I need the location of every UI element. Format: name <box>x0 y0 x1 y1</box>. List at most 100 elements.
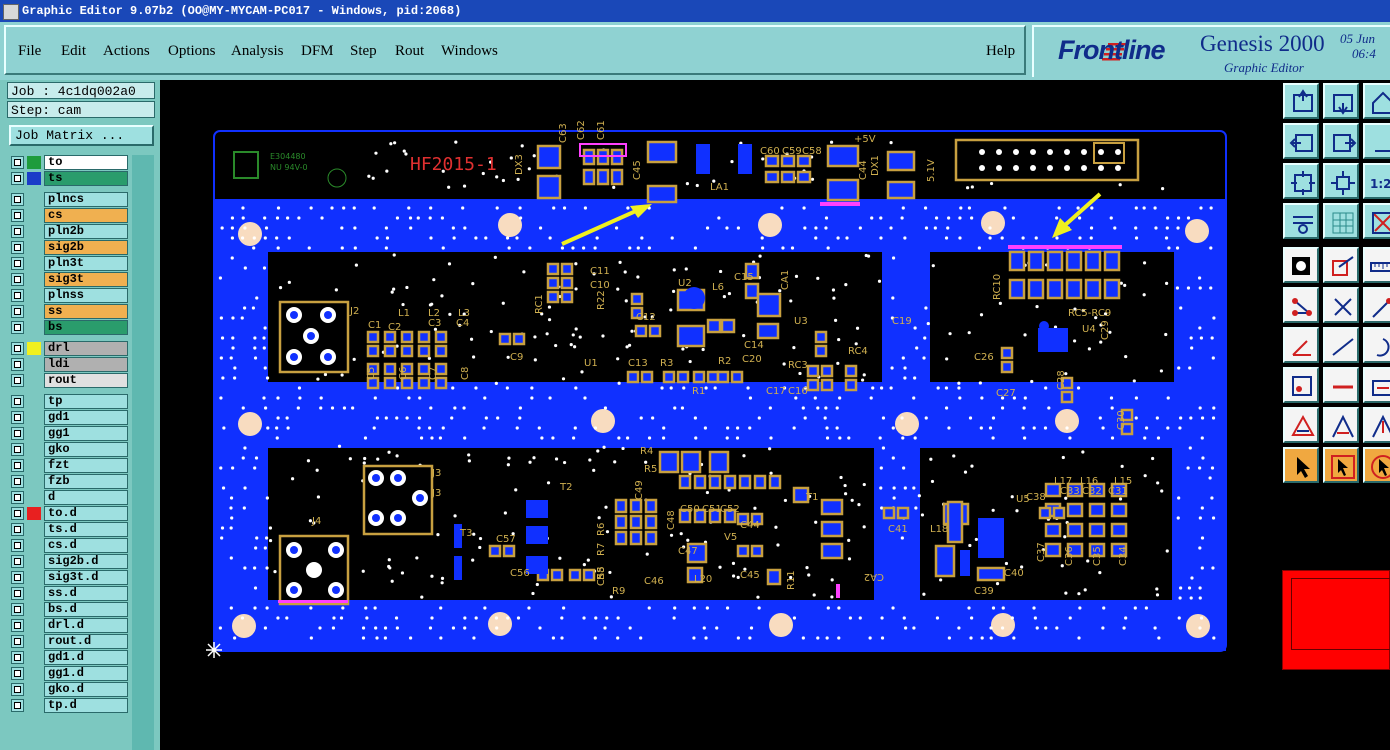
layer-checkbox[interactable] <box>11 603 24 616</box>
layer-checkbox[interactable] <box>11 358 24 371</box>
layer-color-swatch[interactable] <box>27 395 41 408</box>
layer-color-swatch[interactable] <box>27 305 41 318</box>
layer-color-swatch[interactable] <box>27 289 41 302</box>
layer-checkbox[interactable] <box>11 619 24 632</box>
layer-color-swatch[interactable] <box>27 209 41 222</box>
layer-checkbox[interactable] <box>11 172 24 185</box>
box-tool-button[interactable] <box>1363 367 1390 403</box>
layer-color-swatch[interactable] <box>27 358 41 371</box>
layer-name-d[interactable]: d <box>44 490 128 505</box>
layer-name-sig3t[interactable]: sig3t <box>44 272 128 287</box>
layer-checkbox[interactable] <box>11 289 24 302</box>
layer-row[interactable]: gko <box>9 442 129 457</box>
layer-checkbox[interactable] <box>11 459 24 472</box>
line-angle-tool-button[interactable] <box>1283 327 1319 363</box>
home-view-tool-button[interactable] <box>1283 83 1319 119</box>
layer-row[interactable]: cs <box>9 208 129 223</box>
layer-name-to-d[interactable]: to.d <box>44 506 128 521</box>
layer-color-swatch[interactable] <box>27 427 41 440</box>
menu-edit[interactable]: Edit <box>61 43 86 60</box>
connect-tool-button[interactable] <box>1283 287 1319 323</box>
layer-color-swatch[interactable] <box>27 172 41 185</box>
layer-row[interactable]: d <box>9 490 129 505</box>
menu-rout[interactable]: Rout <box>395 43 424 60</box>
layer-color-swatch[interactable] <box>27 651 41 664</box>
layer-row[interactable]: ts <box>9 171 129 186</box>
layer-checkbox[interactable] <box>11 273 24 286</box>
layer-checkbox[interactable] <box>11 209 24 222</box>
arc-tool-button[interactable] <box>1363 327 1390 363</box>
layer-row[interactable]: drl <box>9 341 129 356</box>
layer-checkbox[interactable] <box>11 257 24 270</box>
layer-color-swatch[interactable] <box>27 193 41 206</box>
layer-row[interactable]: ts.d <box>9 522 129 537</box>
layer-checkbox[interactable] <box>11 651 24 664</box>
layer-row[interactable]: sig3t.d <box>9 570 129 585</box>
layer-row[interactable]: cs.d <box>9 538 129 553</box>
layer-name-bs[interactable]: bs <box>44 320 128 335</box>
layer-row[interactable]: gd1 <box>9 410 129 425</box>
layer-checkbox[interactable] <box>11 571 24 584</box>
layer-row[interactable]: to.d <box>9 506 129 521</box>
layer-checkbox[interactable] <box>11 225 24 238</box>
layer-name-fzb[interactable]: fzb <box>44 474 128 489</box>
layer-row[interactable]: gd1.d <box>9 650 129 665</box>
layer-color-swatch[interactable] <box>27 667 41 680</box>
layer-name-sig2b-d[interactable]: sig2b.d <box>44 554 128 569</box>
layer-checkbox[interactable] <box>11 411 24 424</box>
layer-name-sig2b[interactable]: sig2b <box>44 240 128 255</box>
layer-color-swatch[interactable] <box>27 603 41 616</box>
snap-tool-button[interactable] <box>1363 203 1390 239</box>
layer-name-ss[interactable]: ss <box>44 304 128 319</box>
layer-checkbox[interactable] <box>11 491 24 504</box>
layer-color-swatch[interactable] <box>27 539 41 552</box>
menu-step[interactable]: Step <box>350 43 377 60</box>
layer-color-swatch[interactable] <box>27 635 41 648</box>
layer-name-bs-d[interactable]: bs.d <box>44 602 128 617</box>
pan-right-tool-button[interactable] <box>1323 123 1359 159</box>
menu-options[interactable]: Options <box>168 43 216 60</box>
point-tool-button[interactable] <box>1283 367 1319 403</box>
grid-tool-button[interactable] <box>1323 203 1359 239</box>
layer-name-drl-d[interactable]: drl.d <box>44 618 128 633</box>
layer-name-gko[interactable]: gko <box>44 442 128 457</box>
layer-checkbox[interactable] <box>11 699 24 712</box>
layer-row[interactable]: ss <box>9 304 129 319</box>
layer-name-gd1[interactable]: gd1 <box>44 410 128 425</box>
layer-row[interactable]: pln2b <box>9 224 129 239</box>
zoom-1-2-tool-button[interactable]: 1:2 <box>1363 163 1390 199</box>
layer-color-swatch[interactable] <box>27 273 41 286</box>
layer-row[interactable]: gg1 <box>9 426 129 441</box>
pcb-board-view[interactable]: E304480 NU 94V-0 HF2015-1 DX3 C63 C62 C61 C45 LA… <box>160 80 1280 750</box>
layer-row[interactable]: drl.d <box>9 618 129 633</box>
pointer-tool-button[interactable] <box>1283 447 1319 483</box>
layer-checkbox[interactable] <box>11 635 24 648</box>
layer-checkbox[interactable] <box>11 523 24 536</box>
layer-color-swatch[interactable] <box>27 571 41 584</box>
layer-name-pln3t[interactable]: pln3t <box>44 256 128 271</box>
layer-list-scrollbar[interactable] <box>132 155 154 750</box>
menu-analysis[interactable]: Analysis <box>231 43 284 60</box>
layer-row[interactable]: gko.d <box>9 682 129 697</box>
layer-row[interactable]: ldi <box>9 357 129 372</box>
menu-dfm[interactable]: DFM <box>301 43 334 60</box>
graphics-canvas[interactable]: E304480 NU 94V-0 HF2015-1 DX3 C63 C62 C61 C45 LA… <box>160 80 1280 750</box>
layer-color-swatch[interactable] <box>27 459 41 472</box>
layer-row[interactable]: rout <box>9 373 129 388</box>
layer-row[interactable]: plncs <box>9 192 129 207</box>
layer-color-swatch[interactable] <box>27 225 41 238</box>
layer-color-swatch[interactable] <box>27 475 41 488</box>
layer-color-swatch[interactable] <box>27 321 41 334</box>
pointer-circle-tool-button[interactable] <box>1363 447 1390 483</box>
layer-checkbox[interactable] <box>11 305 24 318</box>
scale-tool-button[interactable] <box>1363 123 1390 159</box>
dash-tool-button[interactable] <box>1323 367 1359 403</box>
layer-row[interactable]: fzt <box>9 458 129 473</box>
settings-tool-button[interactable] <box>1283 203 1319 239</box>
peak-tool-button[interactable] <box>1323 407 1359 443</box>
layer-color-swatch[interactable] <box>27 374 41 387</box>
layer-row[interactable]: ss.d <box>9 586 129 601</box>
layer-name-gg1-d[interactable]: gg1.d <box>44 666 128 681</box>
layer-checkbox[interactable] <box>11 374 24 387</box>
layer-checkbox[interactable] <box>11 539 24 552</box>
